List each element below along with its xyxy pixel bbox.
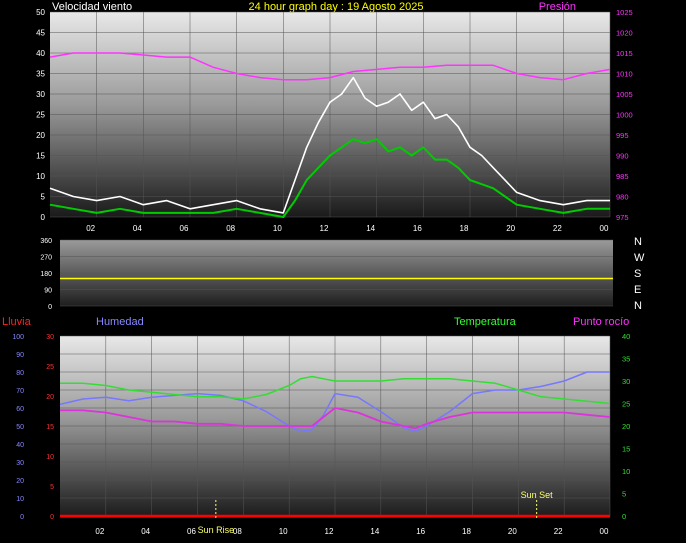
pressure-label: Presión <box>539 1 576 13</box>
humidity-tick-label: 90 <box>16 352 24 359</box>
hour-tick-label: 14 <box>370 527 379 536</box>
rain-tick-label: 5 <box>50 484 54 491</box>
rain-tick-label: 25 <box>46 364 54 371</box>
temperature-tick-label: 10 <box>622 467 630 476</box>
wind-tick-label: 35 <box>36 70 45 79</box>
hour-tick-label: 08 <box>233 527 242 536</box>
hour-tick-label: 02 <box>86 224 95 233</box>
hour-tick-label: 14 <box>366 224 375 233</box>
weather-graph: Velocidad viento 24 hour graph day : 19 … <box>2 1 645 536</box>
humidity-tick-label: 30 <box>16 460 24 467</box>
wind-tick-label: 15 <box>36 152 45 161</box>
hour-tick-label: 22 <box>553 224 562 233</box>
temperature-tick-label: 35 <box>622 355 630 364</box>
wind-tick-label: 45 <box>36 29 45 38</box>
hour-tick-label: 12 <box>325 527 334 536</box>
direction-tick-label: 180 <box>40 271 52 278</box>
hour-tick-label: 04 <box>133 224 142 233</box>
direction-tick-label: 0 <box>48 304 52 311</box>
wind-tick-label: 40 <box>36 49 45 58</box>
dew-label: Punto rocío <box>573 316 629 328</box>
hour-tick-label: 20 <box>508 527 517 536</box>
pressure-tick-label: 1025 <box>616 8 633 17</box>
hour-tick-label: 06 <box>187 527 196 536</box>
temperature-tick-label: 5 <box>622 490 626 499</box>
humidity-tick-label: 70 <box>16 388 24 395</box>
direction-letter-n-bottom: N <box>634 300 642 312</box>
pressure-tick-label: 985 <box>616 172 629 181</box>
direction-tick-label: 90 <box>44 288 52 295</box>
wind-tick-label: 10 <box>36 172 45 181</box>
sunrise-label: Sun Rise <box>198 525 235 535</box>
humidity-label: Humedad <box>96 316 144 328</box>
hour-tick-label: 18 <box>460 224 469 233</box>
hour-tick-label: 08 <box>226 224 235 233</box>
wind-tick-label: 25 <box>36 111 45 120</box>
hour-tick-label: 10 <box>273 224 282 233</box>
direction-tick-label: 360 <box>40 238 52 245</box>
direction-letter-w: W <box>634 252 645 264</box>
direction-letter-s: S <box>634 268 641 280</box>
pressure-tick-label: 990 <box>616 152 629 161</box>
humidity-tick-label: 10 <box>16 496 24 503</box>
humidity-tick-label: 60 <box>16 406 24 413</box>
rain-tick-label: 20 <box>46 394 54 401</box>
rain-tick-label: 30 <box>46 334 54 341</box>
pressure-tick-label: 995 <box>616 131 629 140</box>
temperature-tick-label: 30 <box>622 377 630 386</box>
hour-tick-label: 10 <box>279 527 288 536</box>
hour-tick-label: 20 <box>506 224 515 233</box>
rain-tick-label: 0 <box>50 514 54 521</box>
wind-tick-label: 50 <box>36 8 45 17</box>
wind-tick-label: 0 <box>41 213 46 222</box>
hour-tick-label: 02 <box>95 527 104 536</box>
direction-tick-label: 270 <box>40 255 52 262</box>
wind-tick-label: 20 <box>36 131 45 140</box>
sunset-label: Sun Set <box>521 490 554 500</box>
wind-speed-label: Velocidad viento <box>52 1 132 13</box>
pressure-tick-label: 1020 <box>616 29 633 38</box>
pressure-tick-label: 1005 <box>616 90 633 99</box>
chart-title: 24 hour graph day : 19 Agosto 2025 <box>249 1 424 13</box>
humidity-tick-label: 80 <box>16 370 24 377</box>
humidity-tick-label: 40 <box>16 442 24 449</box>
pressure-tick-label: 1015 <box>616 49 633 58</box>
temperature-tick-label: 20 <box>622 422 630 431</box>
temperature-tick-label: 40 <box>622 332 630 341</box>
wind-tick-label: 30 <box>36 90 45 99</box>
rain-tick-label: 10 <box>46 454 54 461</box>
rain-label: Lluvia <box>2 316 32 328</box>
pressure-tick-label: 975 <box>616 213 629 222</box>
hour-tick-label: 04 <box>141 527 150 536</box>
humidity-tick-label: 20 <box>16 478 24 485</box>
humidity-tick-label: 0 <box>20 514 24 521</box>
pressure-tick-label: 1010 <box>616 70 633 79</box>
temperature-tick-label: 0 <box>622 512 626 521</box>
hour-tick-label: 16 <box>413 224 422 233</box>
humidity-tick-label: 50 <box>16 424 24 431</box>
humidity-tick-label: 100 <box>12 334 24 341</box>
wind-tick-label: 5 <box>41 193 46 202</box>
pressure-tick-label: 980 <box>616 193 629 202</box>
pressure-tick-label: 1000 <box>616 111 633 120</box>
direction-letter-e: E <box>634 284 641 296</box>
temperature-label: Temperatura <box>454 316 517 328</box>
temperature-tick-label: 25 <box>622 400 630 409</box>
rain-tick-label: 15 <box>46 424 54 431</box>
direction-letter-n-top: N <box>634 236 642 248</box>
hour-tick-label: 12 <box>320 224 329 233</box>
temperature-tick-label: 15 <box>622 445 630 454</box>
hour-tick-label: 00 <box>600 224 609 233</box>
hour-tick-label: 22 <box>554 527 563 536</box>
hour-tick-label: 06 <box>180 224 189 233</box>
hour-tick-label: 16 <box>416 527 425 536</box>
hour-tick-label: 00 <box>600 527 609 536</box>
hour-tick-label: 18 <box>462 527 471 536</box>
